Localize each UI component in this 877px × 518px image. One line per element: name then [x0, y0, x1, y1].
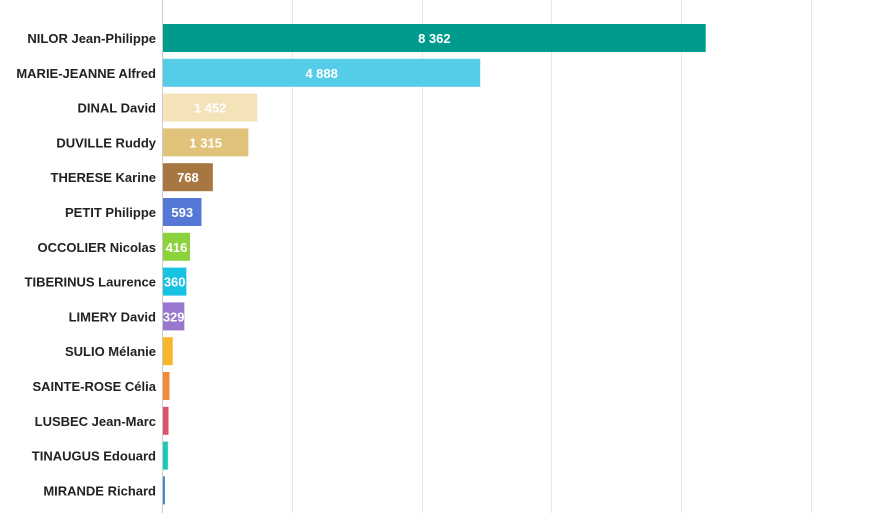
bar[interactable] [163, 406, 169, 435]
data-label: 360 [164, 275, 186, 290]
horizontal-bar-chart: NILOR Jean-Philippe MARIE-JEANNE Alfred DI… [16, 0, 812, 513]
category-label: LIMERY David [69, 309, 156, 324]
bar[interactable] [163, 441, 168, 470]
category-label: TIBERINUS Laurence [25, 275, 156, 290]
chart-container: NILOR Jean-Philippe MARIE-JEANNE Alfred DI… [0, 0, 877, 513]
data-label: 416 [166, 240, 188, 255]
category-labels: NILOR Jean-Philippe MARIE-JEANNE Alfred DI… [16, 31, 156, 498]
category-label: DUVILLE Ruddy [56, 135, 156, 150]
category-label: NILOR Jean-Philippe [27, 31, 156, 46]
data-label: 1 452 [194, 101, 227, 116]
category-label: MIRANDE Richard [43, 483, 156, 498]
data-label: 329 [163, 309, 185, 324]
category-label: SAINTE-ROSE Célia [32, 379, 156, 394]
category-label: PETIT Philippe [65, 205, 156, 220]
bar[interactable] [163, 476, 165, 505]
data-label: 4 888 [305, 66, 338, 81]
category-label: THERESE Karine [51, 170, 156, 185]
data-label: 768 [177, 170, 199, 185]
category-label: DINAL David [78, 101, 157, 116]
data-label: 8 362 [418, 31, 451, 46]
category-label: OCCOLIER Nicolas [38, 240, 156, 255]
category-label: LUSBEC Jean-Marc [35, 414, 156, 429]
data-label: 1 315 [189, 135, 222, 150]
bars [163, 24, 706, 505]
data-label: 593 [171, 205, 193, 220]
bar[interactable] [163, 372, 170, 400]
category-label: MARIE-JEANNE Alfred [16, 66, 156, 81]
bar[interactable] [163, 337, 173, 366]
category-label: SULIO Mélanie [65, 344, 156, 359]
category-label: TINAUGUS Edouard [32, 449, 156, 464]
